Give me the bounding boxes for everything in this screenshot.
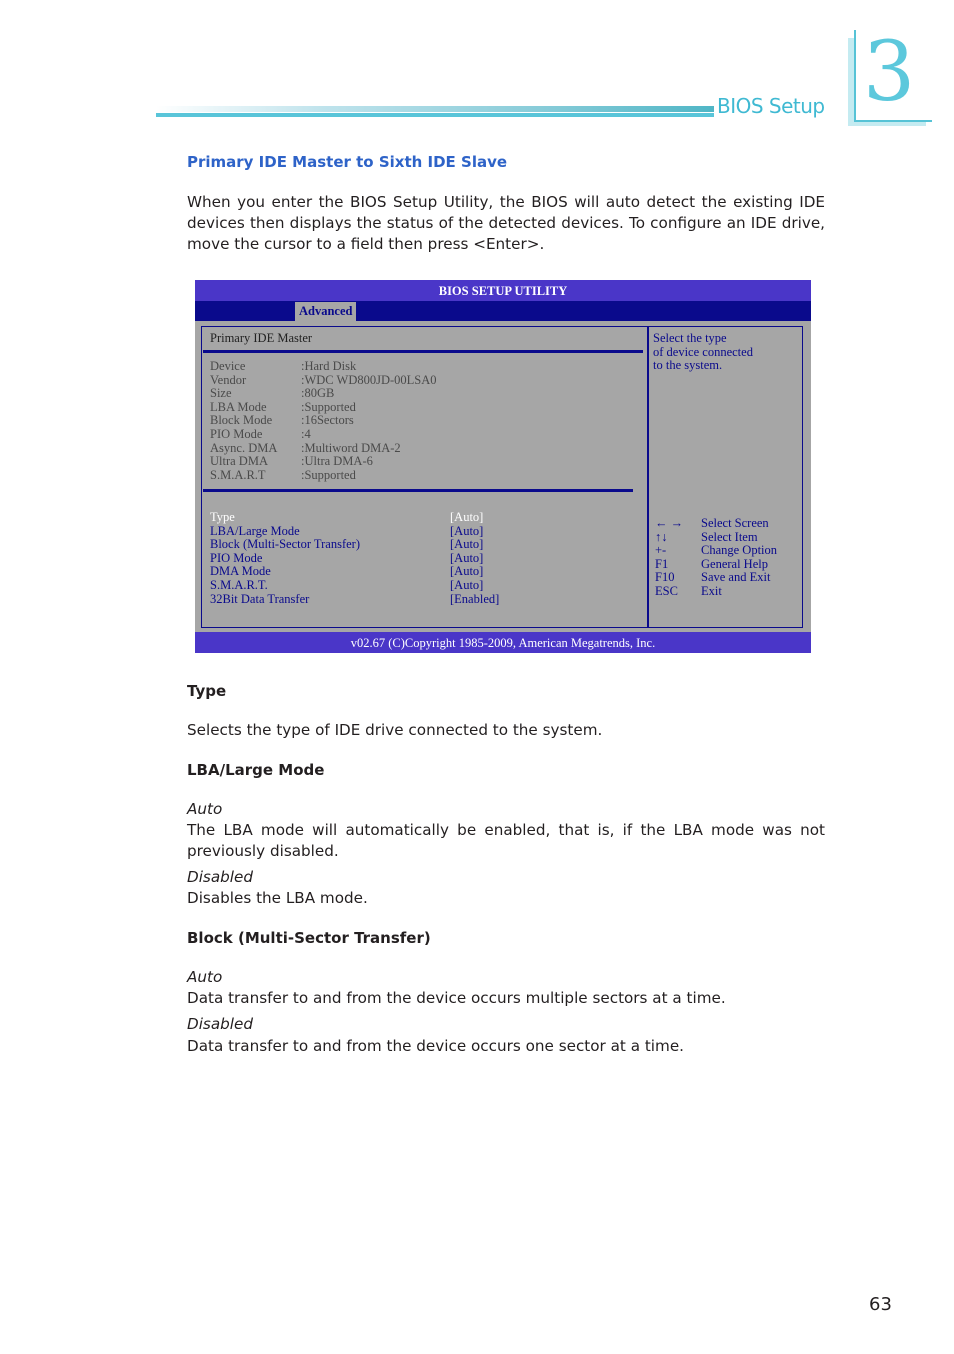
bios-menu-bar: Advanced	[195, 301, 811, 321]
bios-pane-divider	[647, 326, 649, 628]
info-value: :4	[301, 427, 311, 441]
setting-label: Block (Multi-Sector Transfer)	[210, 537, 360, 552]
pane-title-rule	[203, 350, 643, 353]
info-value: :Supported	[301, 467, 356, 482]
setting-lba-large-mode[interactable]: LBA/Large Mode [Auto]	[210, 523, 630, 539]
info-value: :Ultra DMA-6	[301, 454, 373, 469]
page-number: 63	[869, 1294, 892, 1315]
plus-minus-key: +-	[655, 543, 667, 558]
info-label: PIO Mode	[210, 427, 263, 441]
setting-block-mode[interactable]: Block (Multi-Sector Transfer) [Auto]	[210, 538, 630, 552]
option-description: The LBA mode will automatically be enabl…	[187, 821, 825, 860]
setting-value: [Auto]	[450, 578, 484, 592]
option-name: Auto	[187, 800, 223, 818]
setting-value: [Auto]	[450, 510, 484, 524]
info-label: Async. DMA	[210, 440, 278, 455]
setting-value: [Auto]	[450, 523, 484, 538]
arrow-left-right-icon: ← →	[655, 516, 684, 530]
option-description: Data transfer to and from the device occ…	[187, 989, 726, 1007]
setting-label: DMA Mode	[210, 564, 271, 579]
header-gradient-bar	[156, 106, 714, 112]
info-value: :Multiword DMA-2	[301, 440, 401, 455]
section-title: Primary IDE Master to Sixth IDE Slave	[187, 153, 508, 171]
setting-value: [Enabled]	[450, 591, 500, 606]
option-name: Auto	[187, 968, 223, 986]
info-value: :16Sectors	[301, 413, 354, 428]
bios-footer: v02.67 (C)Copyright 1985-2009, American …	[195, 632, 811, 653]
help-line: Select the type	[653, 331, 727, 345]
chapter-number: 3	[863, 25, 916, 120]
type-description: Selects the type of IDE drive connected …	[187, 721, 603, 739]
bios-title-bar: BIOS SETUP UTILITY	[195, 280, 811, 301]
key-action: Exit	[701, 584, 722, 598]
arrow-up-down-icon: ↑↓	[655, 529, 668, 544]
help-text: Select the type of device connected to t…	[653, 331, 798, 373]
setting-label: S.M.A.R.T.	[210, 578, 268, 592]
key-action: Select Item	[701, 529, 758, 544]
info-label: Ultra DMA	[210, 454, 268, 469]
setting-dma-mode[interactable]: DMA Mode [Auto]	[210, 565, 630, 579]
setting-smart[interactable]: S.M.A.R.T. [Auto]	[210, 578, 630, 593]
info-value: :80GB	[301, 386, 335, 401]
setting-value: [Auto]	[450, 564, 484, 579]
setting-value: [Auto]	[450, 537, 484, 552]
f10-key: F10	[655, 570, 675, 585]
info-label: S.M.A.R.T	[210, 467, 266, 482]
bios-screenshot: BIOS SETUP UTILITY Advanced Primary IDE …	[195, 280, 811, 653]
info-label: Size	[210, 386, 232, 401]
heading-lba-large-mode: LBA/Large Mode	[187, 761, 325, 779]
key-action: Save and Exit	[701, 570, 771, 585]
esc-key: ESC	[655, 584, 678, 598]
tab-advanced[interactable]: Advanced	[295, 302, 357, 321]
settings-separator	[203, 489, 633, 492]
setting-32bit-transfer[interactable]: 32Bit Data Transfer [Enabled]	[210, 591, 630, 607]
option-name: Disabled	[187, 1015, 253, 1033]
info-label: LBA Mode	[210, 399, 267, 414]
info-value: :WDC WD800JD-00LSA0	[301, 372, 437, 387]
help-line: to the system.	[653, 358, 723, 373]
setting-type[interactable]: Type [Auto]	[210, 510, 630, 525]
setting-label: LBA/Large Mode	[210, 523, 300, 538]
key-action: Select Screen	[701, 516, 769, 530]
info-value: :Hard Disk	[301, 359, 357, 373]
intro-paragraph: When you enter the BIOS Setup Utility, t…	[187, 193, 825, 253]
info-label: Vendor	[210, 372, 247, 387]
info-label: Device	[210, 359, 246, 373]
heading-type: Type	[187, 682, 227, 700]
pane-title: Primary IDE Master	[210, 331, 313, 345]
setting-label: Type	[210, 510, 235, 524]
section-label: BIOS Setup	[717, 94, 825, 118]
option-description: Disables the LBA mode.	[187, 889, 368, 907]
option-description: Data transfer to and from the device occ…	[187, 1037, 684, 1055]
option-name: Disabled	[187, 868, 253, 886]
setting-label: PIO Mode	[210, 550, 263, 565]
setting-value: [Auto]	[450, 550, 484, 565]
header-rule	[156, 113, 714, 117]
info-value: :Supported	[301, 399, 356, 414]
key-action: General Help	[701, 556, 768, 571]
info-label: Block Mode	[210, 413, 273, 428]
setting-label: 32Bit Data Transfer	[210, 591, 310, 606]
heading-block-mode: Block (Multi-Sector Transfer)	[187, 929, 431, 947]
help-line: of device connected	[653, 344, 753, 359]
key-action: Change Option	[701, 543, 778, 558]
f1-key: F1	[655, 556, 669, 571]
setting-pio-mode[interactable]: PIO Mode [Auto]	[210, 550, 630, 566]
